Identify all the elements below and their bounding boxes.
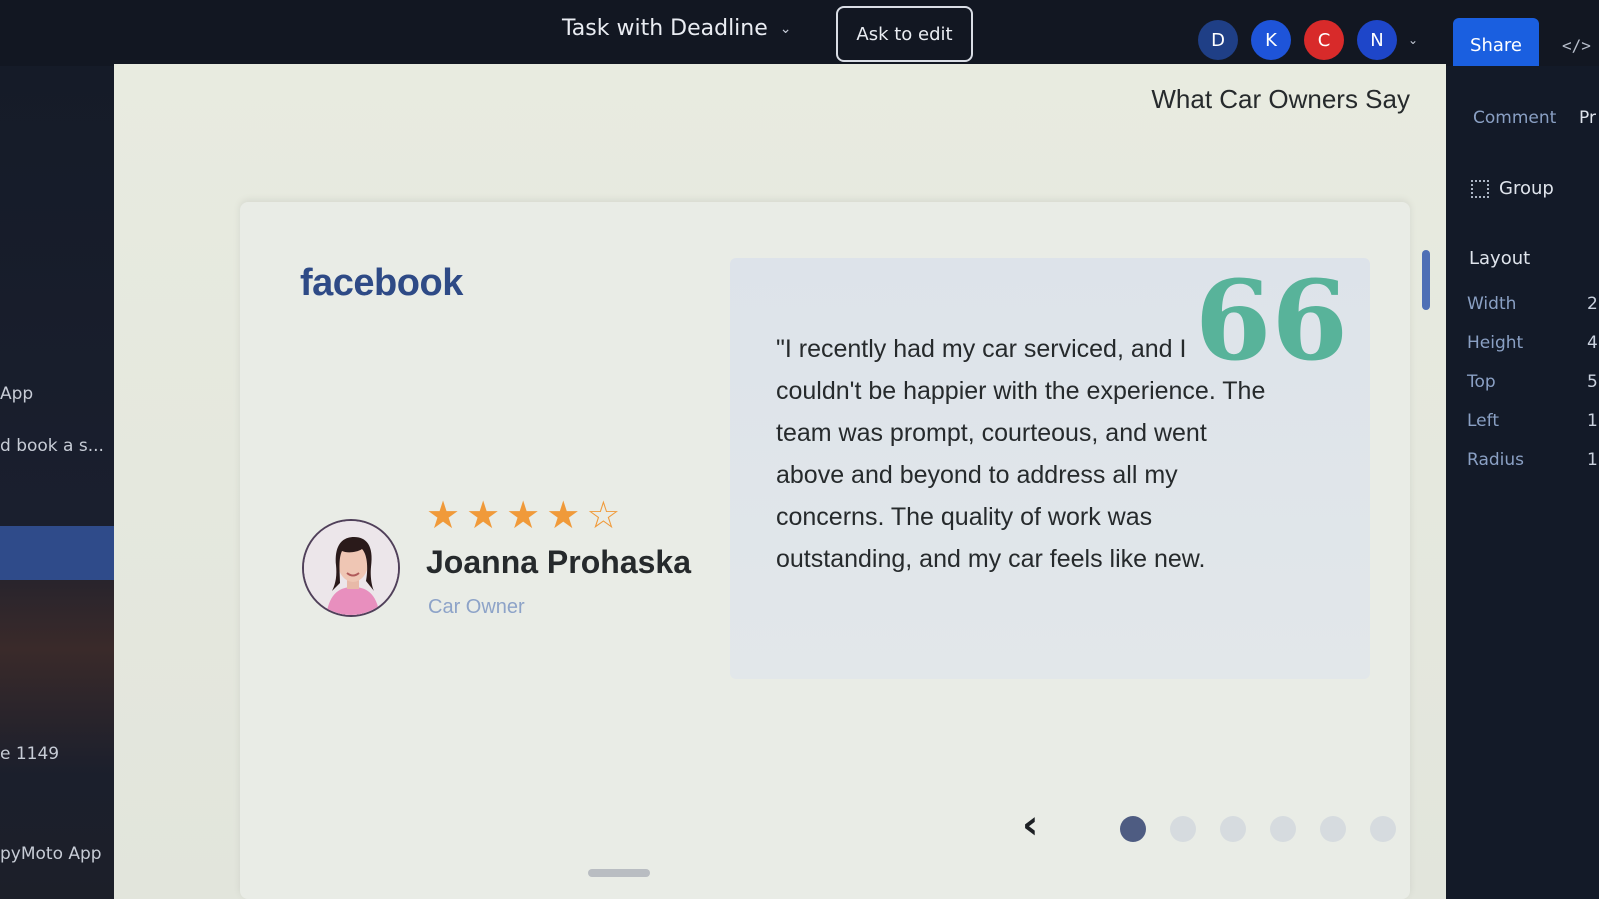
reviewer-avatar: [302, 519, 400, 617]
star-empty-icon: ☆: [586, 493, 621, 537]
tab-pr[interactable]: Pr: [1579, 108, 1596, 128]
facebook-logo: facebook: [300, 262, 463, 304]
carousel-dots: [1120, 816, 1396, 842]
chevron-down-icon: ⌄: [779, 20, 792, 37]
code-icon[interactable]: </>: [1562, 36, 1591, 55]
section-title[interactable]: What Car Owners Say: [1151, 84, 1410, 115]
group-icon: [1471, 179, 1489, 198]
left-sidebar: App d book a s... e 1149 pyMoto App: [0, 66, 120, 899]
tab-comment[interactable]: Comment: [1473, 108, 1556, 128]
carousel-dot[interactable]: [1220, 816, 1246, 842]
prop-value-width[interactable]: 2: [1587, 294, 1598, 314]
reviewer-role: Car Owner: [428, 596, 525, 618]
star-filled-icon: ★: [546, 493, 581, 537]
scrollbar[interactable]: [1422, 250, 1430, 310]
prop-value-height[interactable]: 4: [1587, 333, 1598, 353]
sidebar-item[interactable]: pyMoto App: [0, 844, 102, 864]
prop-label-height: Height: [1467, 333, 1524, 353]
horizontal-scroll-handle[interactable]: [588, 869, 650, 877]
testimonial-card[interactable]: facebook ★ ★ ★ ★ ☆ Joanna Prohaska Car O…: [240, 202, 1410, 899]
avatar[interactable]: D: [1198, 20, 1238, 60]
star-filled-icon: ★: [426, 493, 461, 537]
prop-value-radius[interactable]: 1(: [1587, 450, 1599, 470]
section-heading-layout: Layout: [1469, 248, 1531, 269]
avatar[interactable]: K: [1251, 20, 1291, 60]
prop-label-left: Left: [1467, 411, 1499, 431]
carousel-dot[interactable]: [1170, 816, 1196, 842]
quote-box[interactable]: 66 "I recently had my car serviced, and …: [730, 258, 1370, 679]
avatar[interactable]: N: [1357, 20, 1397, 60]
avatar[interactable]: C: [1304, 20, 1344, 60]
sidebar-item[interactable]: d book a s...: [0, 436, 104, 456]
document-title: Task with Deadline: [562, 16, 768, 41]
design-canvas[interactable]: What Car Owners Say facebook ★ ★ ★ ★ ☆ J…: [114, 64, 1446, 899]
carousel-dot-active[interactable]: [1120, 816, 1146, 842]
star-filled-icon: ★: [466, 493, 501, 537]
prop-label-width: Width: [1467, 294, 1517, 314]
carousel-dot[interactable]: [1270, 816, 1296, 842]
prop-label-radius: Radius: [1467, 450, 1525, 470]
sidebar-item[interactable]: e 1149: [0, 744, 59, 764]
prop-value-left[interactable]: 1!: [1587, 411, 1599, 431]
rating-stars: ★ ★ ★ ★ ☆: [426, 496, 620, 534]
reviewer-photo: [304, 521, 398, 615]
prop-label-top: Top: [1467, 372, 1496, 392]
chevron-left-icon[interactable]: ‹: [1022, 802, 1038, 848]
ask-to-edit-button[interactable]: Ask to edit: [836, 6, 973, 62]
testimonial-quote: "I recently had my car serviced, and I c…: [776, 335, 1266, 573]
chevron-down-icon[interactable]: ⌄: [1408, 33, 1418, 47]
sidebar-item[interactable]: App: [0, 384, 33, 404]
star-filled-icon: ★: [506, 493, 541, 537]
group-button[interactable]: Group: [1471, 178, 1554, 199]
carousel-dot[interactable]: [1320, 816, 1346, 842]
carousel-dot[interactable]: [1370, 816, 1396, 842]
document-title-dropdown[interactable]: Task with Deadline ⌄: [562, 16, 792, 41]
reviewer-name: Joanna Prohaska: [426, 544, 691, 580]
prop-value-top[interactable]: 5: [1587, 372, 1598, 392]
group-label: Group: [1499, 178, 1554, 199]
properties-panel: Comment Pr Group Layout Width 2 Height 4…: [1447, 66, 1599, 899]
collaborator-avatars: D K C N ⌄: [1198, 20, 1418, 60]
sidebar-item-selected[interactable]: [0, 526, 120, 580]
share-button[interactable]: Share: [1453, 18, 1539, 72]
top-bar: Task with Deadline ⌄ Ask to edit D K C N…: [0, 0, 1599, 72]
